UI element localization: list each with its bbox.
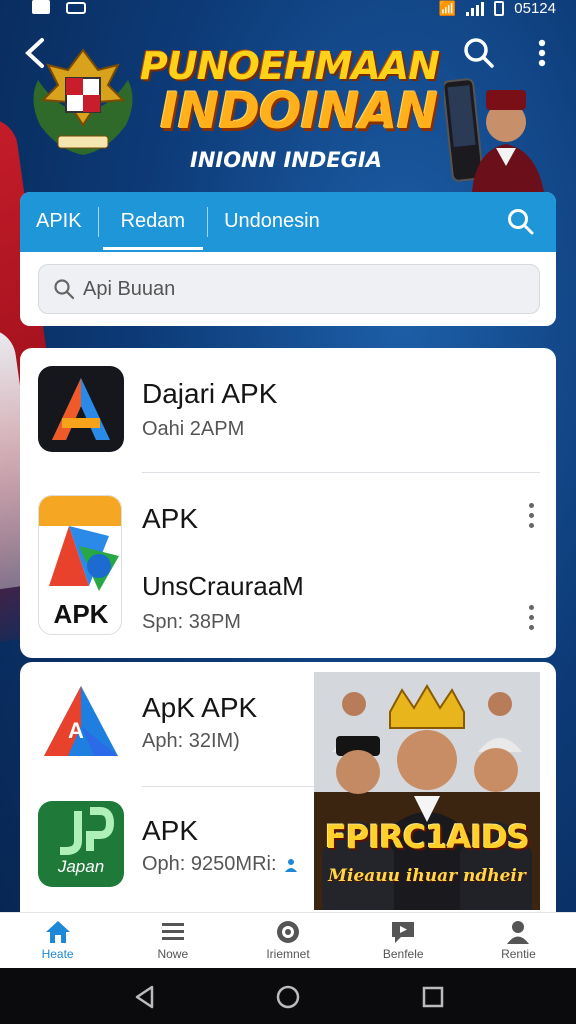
more-vert-icon[interactable]: [530, 38, 554, 68]
svg-text:A: A: [68, 718, 84, 743]
nav-item-news[interactable]: Nowe: [115, 913, 230, 968]
app-name: APK: [142, 815, 199, 846]
back-triangle-icon[interactable]: [132, 984, 158, 1010]
header-search-icon[interactable]: [462, 36, 496, 70]
signal-icon: [466, 1, 485, 16]
search-icon: [54, 279, 75, 300]
chat-icon: [392, 922, 415, 943]
app-meta: Aph: 32IM): [142, 730, 240, 752]
status-bar: 📶 05124: [0, 0, 576, 22]
more-vert-icon[interactable]: [526, 503, 536, 533]
banner-title-line2: INDOINAN: [160, 82, 438, 140]
tab-undonesin[interactable]: Undonesin: [208, 192, 336, 252]
poster-subtitle: Mieauu ihuar ndheir: [328, 866, 526, 886]
nav-label: Iriemnet: [266, 947, 310, 961]
back-arrow-icon[interactable]: [22, 36, 58, 72]
app-name: APK: [142, 503, 199, 534]
people-icon: [285, 858, 298, 872]
search-input[interactable]: Api Buuan: [38, 264, 540, 314]
app-name: UnsCrauraaM: [142, 571, 304, 601]
japan-label: Japan: [57, 857, 105, 876]
nav-item-home[interactable]: Heate: [0, 913, 115, 968]
poster-title: FPIRC1AIDS: [325, 818, 530, 856]
more-vert-icon[interactable]: [526, 605, 536, 635]
person-icon: [507, 921, 530, 944]
nav-item-benfele[interactable]: Benfele: [346, 913, 461, 968]
tab-redam[interactable]: Redam: [102, 192, 204, 252]
nav-item-profile[interactable]: Rentie: [461, 913, 576, 968]
apk-badge-label: APK: [53, 599, 109, 629]
tab-search-card: APIK Redam Undonesin Api Buuan: [20, 192, 556, 326]
nav-label: Rentie: [501, 947, 536, 961]
message-icon: [66, 2, 86, 14]
app-icon-dajari: [38, 366, 124, 452]
bottom-nav: Heate Nowe Iriemnet Benfele Rentie: [0, 912, 576, 968]
app-icon-apk-apk: A: [38, 680, 124, 766]
app-list-card: Dajari APK Oahi 2APM APK APK UnsCrauraaM…: [20, 348, 556, 658]
tab-apik[interactable]: APIK: [20, 192, 98, 252]
tab-divider: [97, 207, 99, 237]
nav-label: Heate: [41, 947, 74, 961]
nav-label: Nowe: [157, 947, 189, 961]
app-meta: Oph: 9250MRi:: [142, 853, 277, 875]
nav-item-internet[interactable]: Iriemnet: [230, 913, 345, 968]
search-input-value: Api Buuan: [83, 277, 176, 300]
wifi-icon: 📶: [438, 0, 457, 16]
promo-poster[interactable]: FPIRC1AIDS Mieauu ihuar ndheir: [314, 672, 540, 910]
app-meta-row: Oph: 9250MRi:: [142, 853, 298, 876]
app-icon-apk: APK: [38, 495, 122, 635]
promoter-image: [442, 70, 556, 192]
home-circle-icon[interactable]: [275, 984, 301, 1010]
recents-square-icon[interactable]: [420, 984, 446, 1010]
shield-icon: [277, 921, 299, 943]
status-time: 05124: [514, 0, 556, 17]
app-meta: Spn: 38PM: [142, 611, 241, 633]
app-name: ApK APK: [142, 692, 258, 723]
tab-search-icon[interactable]: [506, 207, 536, 237]
list-item[interactable]: APK APK UnsCrauraaM Spn: 38PM: [20, 473, 556, 658]
tab-bar: APIK Redam Undonesin: [20, 192, 556, 252]
banner-subtitle: INIONN INDEGIA: [190, 148, 382, 172]
notification-icon: [32, 0, 50, 14]
app-icon-japan: Japan: [38, 801, 124, 887]
menu-icon: [161, 923, 184, 940]
nav-label: Benfele: [382, 947, 424, 961]
app-meta: Oahi 2APM: [142, 418, 245, 440]
battery-icon: [494, 1, 505, 16]
home-icon: [45, 921, 70, 943]
system-nav-bar: [0, 968, 576, 1024]
list-item[interactable]: Dajari APK Oahi 2APM: [20, 348, 556, 472]
app-name: Dajari APK: [142, 378, 278, 409]
